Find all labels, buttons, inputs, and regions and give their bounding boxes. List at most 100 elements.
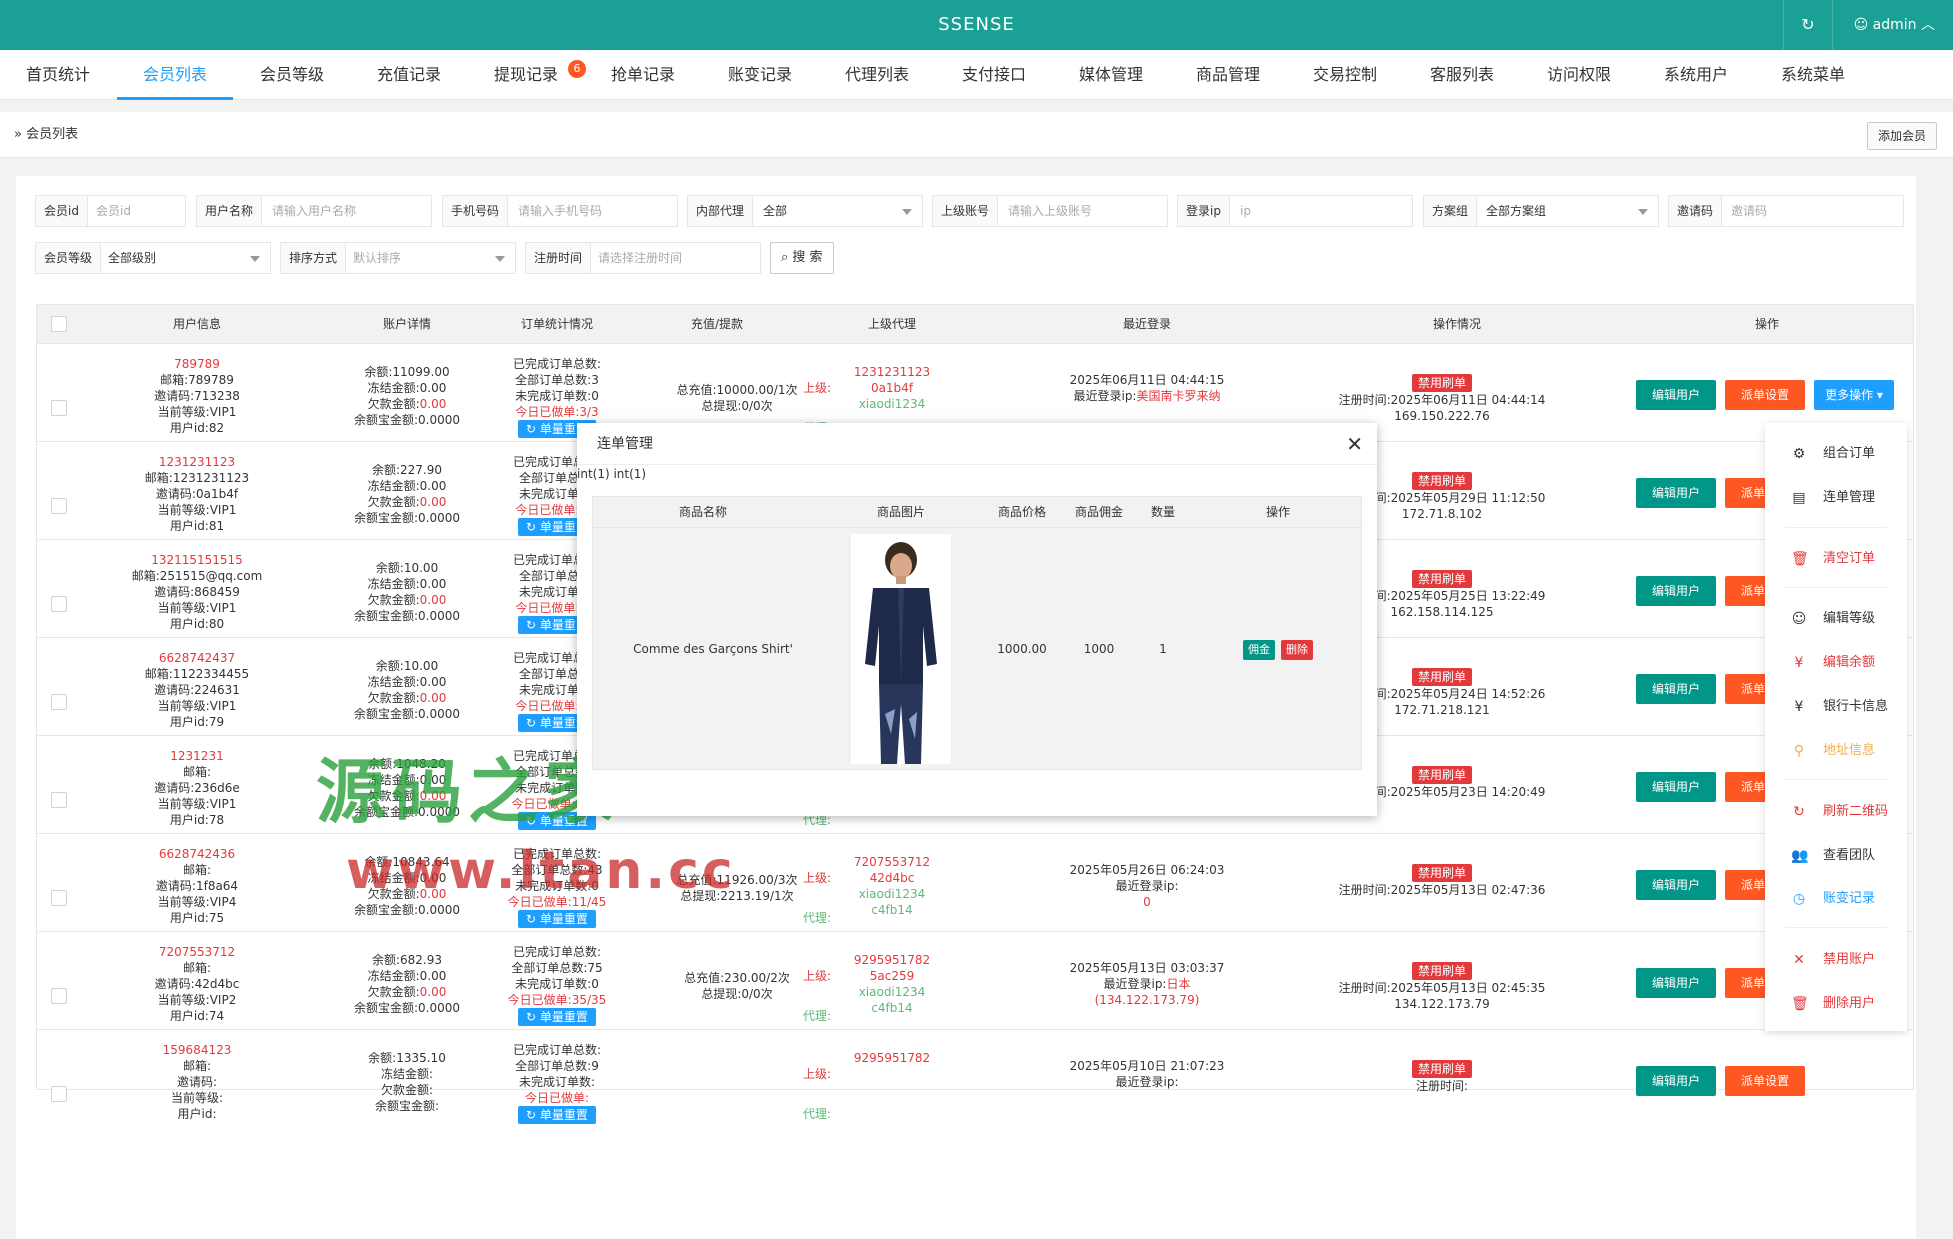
- menu-item[interactable]: ◷ 账变记录: [1765, 881, 1907, 917]
- row-checkbox[interactable]: [51, 596, 67, 612]
- nav-item-access[interactable]: 访问权限: [1539, 50, 1619, 100]
- level-select[interactable]: 会员等级 全部级别: [35, 242, 271, 274]
- more-actions-button[interactable]: 更多操作 ▾: [1814, 380, 1894, 410]
- row-checkbox[interactable]: [51, 498, 67, 514]
- search-button[interactable]: ⌕ 搜 索: [770, 242, 834, 274]
- nav-item-ledger[interactable]: 账变记录: [720, 50, 800, 100]
- edit-user-button[interactable]: 编辑用户: [1636, 968, 1716, 998]
- nav-item-home[interactable]: 首页统计: [18, 50, 98, 100]
- menu-item[interactable]: 👥 查看团队: [1765, 838, 1907, 874]
- row-checkbox[interactable]: [51, 988, 67, 1004]
- menu-item[interactable]: 🗑 清空订单: [1765, 541, 1907, 577]
- ban-badge[interactable]: 禁用刷单: [1411, 472, 1472, 490]
- nav-item-recharge[interactable]: 充值记录: [369, 50, 449, 100]
- row-checkbox[interactable]: [51, 400, 67, 416]
- edit-user-button[interactable]: 编辑用户: [1636, 380, 1716, 410]
- menu-item[interactable]: ↻ 刷新二维码: [1765, 794, 1907, 830]
- user-name[interactable]: 1231231123: [117, 454, 277, 470]
- ban-badge[interactable]: 禁用刷单: [1411, 1060, 1472, 1078]
- nav-item-withdraw[interactable]: 提现记录 6: [486, 50, 586, 100]
- edit-user-button[interactable]: 编辑用户: [1636, 478, 1716, 508]
- level-label: 当前等级:: [157, 601, 210, 615]
- row-checkbox[interactable]: [51, 1086, 67, 1102]
- phone-input[interactable]: 请输入手机号码: [518, 196, 602, 226]
- nav-item-payment[interactable]: 支付接口: [954, 50, 1034, 100]
- username-input[interactable]: 请输入用户名称: [272, 196, 356, 226]
- user-email: 1122334455: [172, 667, 250, 681]
- ban-badge[interactable]: 禁用刷单: [1411, 374, 1472, 392]
- account-detail: 余额:682.93 冻结金额:0.00 欠款金额:0.00 余额宝金额:0.00…: [347, 952, 467, 1016]
- nav-item-sysusers[interactable]: 系统用户: [1656, 50, 1736, 100]
- edit-user-button[interactable]: 编辑用户: [1636, 1066, 1716, 1096]
- nav-item-grab[interactable]: 抢单记录: [603, 50, 683, 100]
- ban-badge[interactable]: 禁用刷单: [1411, 766, 1472, 784]
- owed-label: 欠款金额:: [367, 397, 420, 411]
- parent-field[interactable]: 上级账号 请输入上级账号: [932, 195, 1168, 227]
- refresh-icon[interactable]: ↻: [1783, 0, 1833, 50]
- commission-button[interactable]: 佣金: [1243, 640, 1275, 660]
- row-checkbox[interactable]: [51, 792, 67, 808]
- row-checkbox[interactable]: [51, 890, 67, 906]
- ip-field[interactable]: 登录ip ip: [1177, 195, 1413, 227]
- menu-item[interactable]: ¥ 编辑余额: [1765, 645, 1907, 681]
- parent-input[interactable]: 请输入上级账号: [1008, 196, 1092, 226]
- nav-item-service[interactable]: 客服列表: [1422, 50, 1502, 100]
- menu-item[interactable]: ▤ 连单管理: [1765, 480, 1907, 516]
- user-id: 82: [208, 421, 225, 435]
- menu-item[interactable]: ☺ 编辑等级: [1765, 601, 1907, 637]
- invite-input[interactable]: 邀请码: [1731, 196, 1767, 226]
- phone-field[interactable]: 手机号码 请输入手机号码: [442, 195, 678, 227]
- nav-item-sysmenu[interactable]: 系统菜单: [1773, 50, 1853, 100]
- user-name[interactable]: 1231231: [117, 748, 277, 764]
- regtime-field[interactable]: 注册时间 请选择注册时间: [525, 242, 761, 274]
- edit-user-button[interactable]: 编辑用户: [1636, 870, 1716, 900]
- nav-item-trade[interactable]: 交易控制: [1305, 50, 1385, 100]
- menu-item[interactable]: ✕ 禁用账户: [1765, 942, 1907, 978]
- dispatch-settings-button[interactable]: 派单设置: [1725, 1066, 1805, 1096]
- user-menu[interactable]: ☺ admin ︿: [1854, 0, 1935, 50]
- menu-item[interactable]: ¥ 银行卡信息: [1765, 689, 1907, 725]
- today-label: 今日已做单:: [515, 405, 580, 419]
- member-id-field[interactable]: 会员id 会员id: [35, 195, 186, 227]
- sort-select[interactable]: 排序方式 默认排序: [280, 242, 516, 274]
- select-all-checkbox[interactable]: [51, 316, 67, 332]
- ban-badge[interactable]: 禁用刷单: [1411, 962, 1472, 980]
- ban-badge[interactable]: 禁用刷单: [1411, 570, 1472, 588]
- add-member-button[interactable]: 添加会员: [1866, 122, 1937, 150]
- ban-badge[interactable]: 禁用刷单: [1411, 668, 1472, 686]
- menu-item[interactable]: 🗑 删除用户: [1765, 986, 1907, 1022]
- member-id-input[interactable]: 会员id: [96, 196, 131, 226]
- agent-select[interactable]: 内部代理 全部: [687, 195, 923, 227]
- scheme-select[interactable]: 方案组 全部方案组: [1423, 195, 1659, 227]
- nav-item-media[interactable]: 媒体管理: [1071, 50, 1151, 100]
- reset-button[interactable]: ↻ 单量重置: [518, 1106, 596, 1124]
- nav-item-levels[interactable]: 会员等级: [252, 50, 332, 100]
- reset-button[interactable]: ↻ 单量重置: [518, 1008, 596, 1026]
- menu-item[interactable]: ⚲ 地址信息: [1765, 733, 1907, 769]
- ban-badge[interactable]: 禁用刷单: [1411, 864, 1472, 882]
- username-field[interactable]: 用户名称 请输入用户名称: [196, 195, 432, 227]
- ip-input[interactable]: ip: [1240, 196, 1251, 226]
- user-name[interactable]: 6628742437: [117, 650, 277, 666]
- edit-user-button[interactable]: 编辑用户: [1636, 576, 1716, 606]
- user-name[interactable]: 7207553712: [117, 944, 277, 960]
- user-info: 6628742437 邮箱:1122334455 邀请码:224631 当前等级…: [117, 650, 277, 730]
- close-icon[interactable]: ✕: [1346, 423, 1363, 465]
- user-name[interactable]: 159684123: [117, 1042, 277, 1058]
- nav-item-agents[interactable]: 代理列表: [837, 50, 917, 100]
- reset-button[interactable]: ↻ 单量重置: [518, 910, 596, 928]
- user-name[interactable]: 789789: [117, 356, 277, 372]
- menu-item[interactable]: ⚙ 组合订单: [1765, 436, 1907, 472]
- edit-user-button[interactable]: 编辑用户: [1636, 674, 1716, 704]
- delete-button[interactable]: 删除: [1281, 640, 1313, 660]
- dispatch-settings-button[interactable]: 派单设置: [1725, 380, 1805, 410]
- nav-item-members[interactable]: 会员列表: [117, 50, 233, 100]
- edit-user-button[interactable]: 编辑用户: [1636, 772, 1716, 802]
- invite-field[interactable]: 邀请码 邀请码: [1668, 195, 1904, 227]
- user-name[interactable]: 132115151515: [117, 552, 277, 568]
- row-checkbox[interactable]: [51, 694, 67, 710]
- nav-item-goods[interactable]: 商品管理: [1188, 50, 1268, 100]
- user-level: VIP4: [209, 895, 237, 909]
- user-name[interactable]: 6628742436: [117, 846, 277, 862]
- regtime-input[interactable]: 请选择注册时间: [598, 243, 682, 273]
